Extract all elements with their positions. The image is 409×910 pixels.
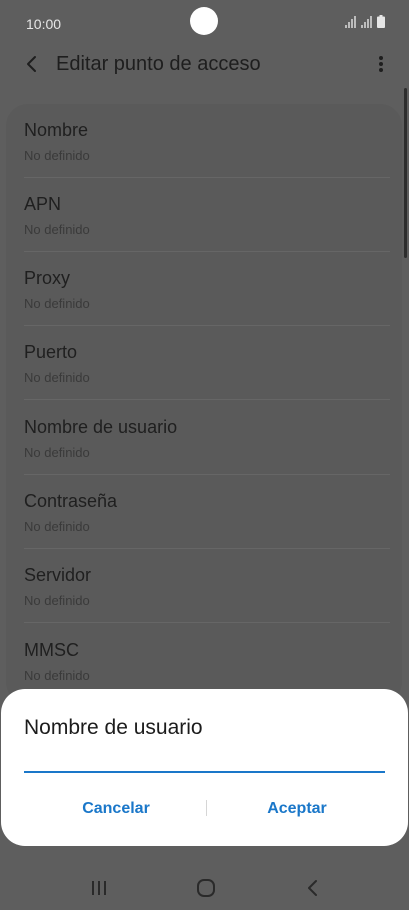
nav-back-button[interactable]: [301, 876, 325, 900]
scroll-indicator: [404, 88, 407, 258]
status-time: 10:00: [26, 16, 62, 32]
back-arrow-icon: [27, 56, 36, 72]
camera-cutout: [190, 7, 218, 35]
status-icons: [345, 15, 385, 28]
battery-icon: [377, 15, 385, 28]
setting-summary: No definido: [24, 370, 90, 385]
setting-item-proxy[interactable]: Proxy No definido: [24, 252, 390, 326]
username-dialog: Nombre de usuario Cancelar Aceptar: [1, 689, 408, 846]
recents-button[interactable]: [87, 876, 111, 900]
setting-item-mmsc[interactable]: MMSC No definido: [24, 624, 390, 698]
home-icon: [197, 879, 215, 897]
setting-title: Proxy: [24, 268, 71, 288]
setting-item-servidor[interactable]: Servidor No definido: [24, 549, 390, 623]
setting-summary: No definido: [24, 519, 90, 534]
more-vertical-icon: [379, 56, 383, 72]
setting-item-apn[interactable]: APN No definido: [24, 178, 390, 252]
setting-item-puerto[interactable]: Puerto No definido: [24, 326, 390, 400]
setting-summary: No definido: [24, 296, 90, 311]
setting-summary: No definido: [24, 593, 90, 608]
setting-summary: No definido: [24, 445, 90, 460]
dialog-button-divider: [206, 800, 207, 816]
setting-summary: No definido: [24, 148, 90, 163]
settings-list: Nombre No definido APN No definido Proxy…: [6, 104, 402, 704]
setting-title: Nombre: [24, 120, 89, 140]
setting-title: Nombre de usuario: [24, 417, 178, 437]
setting-title: APN: [24, 194, 62, 214]
setting-item-contrasena[interactable]: Contraseña No definido: [24, 475, 390, 549]
back-button[interactable]: [20, 52, 44, 76]
home-button[interactable]: [194, 876, 218, 900]
status-bar: 10:00: [0, 0, 409, 44]
signal-icon: [345, 16, 356, 28]
setting-title: Contraseña: [24, 491, 118, 511]
recents-icon: [92, 881, 106, 895]
navigation-bar: [0, 862, 409, 910]
accept-button[interactable]: Aceptar: [207, 787, 387, 831]
signal-icon-2: [361, 16, 372, 28]
username-input[interactable]: [24, 747, 385, 773]
page-title: Editar punto de acceso: [56, 53, 261, 75]
setting-summary: No definido: [24, 668, 90, 683]
setting-item-nombre[interactable]: Nombre No definido: [24, 104, 390, 178]
setting-title: MMSC: [24, 640, 79, 660]
setting-title: Puerto: [24, 342, 78, 362]
app-bar: Editar punto de acceso: [0, 44, 409, 86]
more-options-button[interactable]: [373, 52, 389, 76]
dialog-title: Nombre de usuario: [24, 716, 203, 739]
nav-back-icon: [308, 880, 317, 896]
setting-item-nombre-de-usuario[interactable]: Nombre de usuario No definido: [24, 401, 390, 475]
setting-summary: No definido: [24, 222, 90, 237]
cancel-button[interactable]: Cancelar: [26, 787, 206, 831]
setting-title: Servidor: [24, 565, 92, 585]
